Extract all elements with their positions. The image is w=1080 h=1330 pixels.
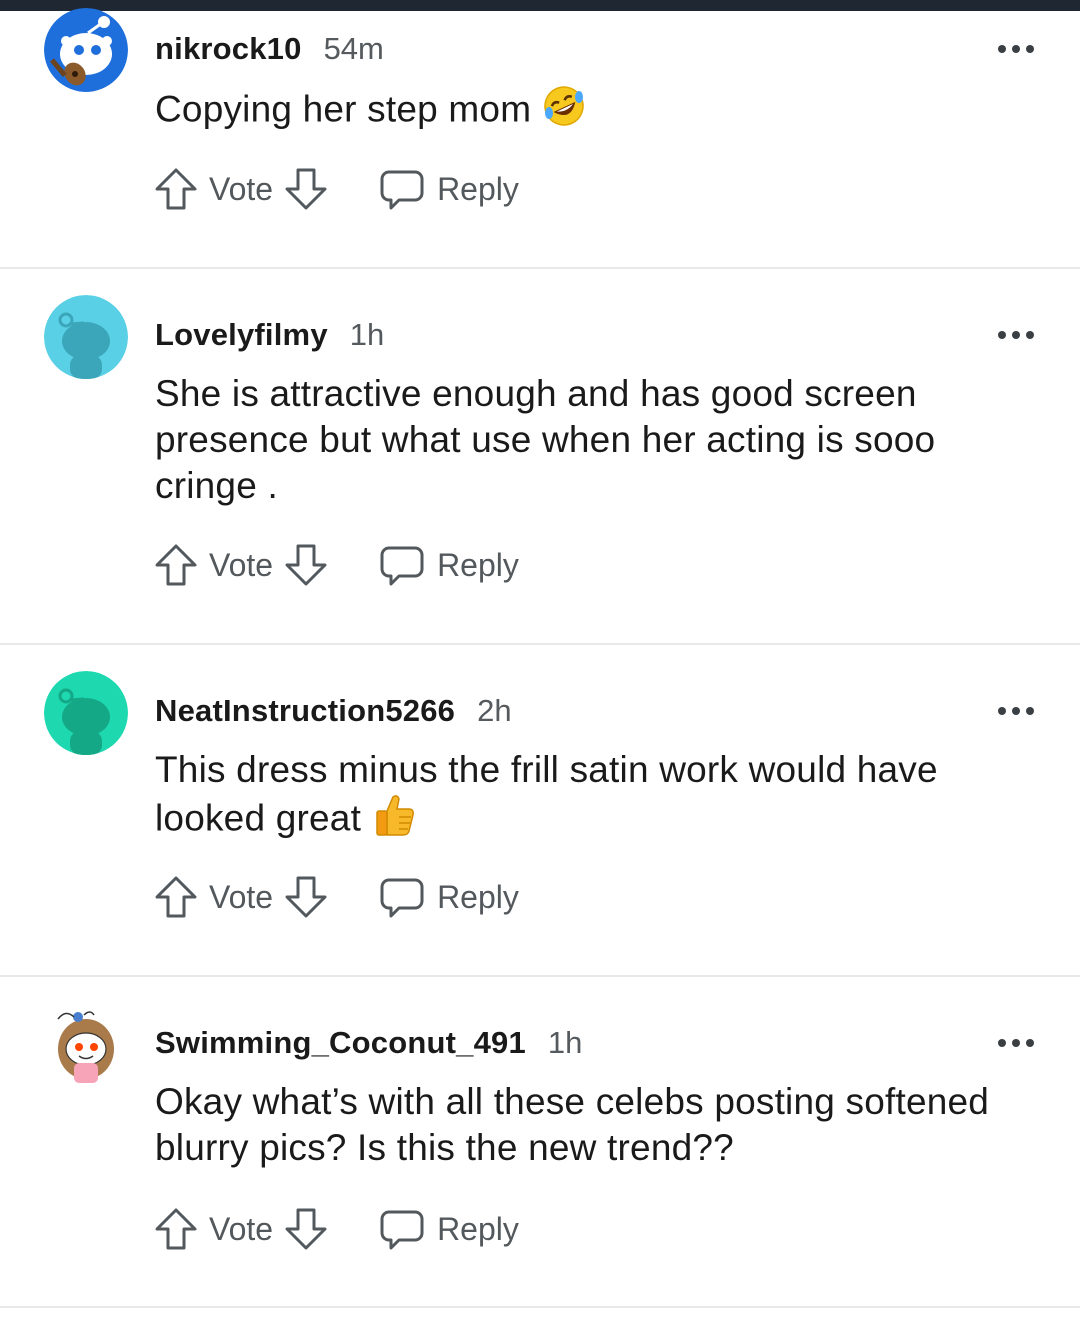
vote-group: Vote <box>153 874 329 920</box>
reply-label: Reply <box>437 1210 519 1247</box>
reply-button[interactable]: Reply <box>379 1206 529 1252</box>
comment-body: This dress minus the frill satin work wo… <box>155 747 1035 848</box>
avatar[interactable] <box>44 1003 128 1087</box>
avatar[interactable] <box>44 295 128 379</box>
more-options-icon[interactable] <box>998 1037 1034 1049</box>
snoo-silhouette-icon <box>44 671 128 755</box>
comment-text: This dress minus the frill satin work wo… <box>155 749 938 839</box>
reply-label: Reply <box>437 878 519 915</box>
thumbs-up-emoji-icon <box>373 793 415 848</box>
upvote-arrow-icon[interactable] <box>153 874 199 920</box>
rolling-on-floor-laughing-emoji-icon <box>543 85 585 138</box>
vote-group: Vote <box>153 166 329 212</box>
comment-text: She is attractive enough and has good sc… <box>155 373 936 506</box>
reply-label: Reply <box>437 546 519 583</box>
reply-bubble-icon <box>380 878 424 918</box>
reply-bubble-icon <box>380 546 424 586</box>
downvote-arrow-icon[interactable] <box>283 166 329 212</box>
username[interactable]: Swimming_Coconut_491 <box>155 1025 526 1061</box>
comment-header: NeatInstruction5266 2h <box>155 691 512 731</box>
upvote-arrow-icon[interactable] <box>153 1206 199 1252</box>
downvote-arrow-icon[interactable] <box>283 1206 329 1252</box>
comment: nikrock10 54m Copying her step mom Vote … <box>0 0 1080 269</box>
snoo-guitar-icon <box>44 8 128 92</box>
avatar[interactable] <box>44 8 128 92</box>
upvote-arrow-icon[interactable] <box>153 542 199 588</box>
upvote-arrow-icon[interactable] <box>153 166 199 212</box>
timestamp: 2h <box>477 693 512 728</box>
vote-label: Vote <box>209 170 274 207</box>
username[interactable]: NeatInstruction5266 <box>155 693 455 729</box>
reply-bubble-icon <box>380 1210 424 1250</box>
more-options-icon[interactable] <box>998 705 1034 717</box>
comment-actions: Vote Reply <box>153 164 529 214</box>
vote-label: Vote <box>209 1210 274 1247</box>
comment-body: Okay what’s with all these celebs postin… <box>155 1079 1035 1171</box>
downvote-arrow-icon[interactable] <box>283 874 329 920</box>
downvote-arrow-icon[interactable] <box>283 542 329 588</box>
avatar[interactable] <box>44 671 128 755</box>
comment: Lovelyfilmy 1h She is attractive enough … <box>0 269 1080 645</box>
timestamp: 1h <box>547 1025 583 1060</box>
comment-actions: Vote Reply <box>153 540 529 590</box>
comment-text: Okay what’s with all these celebs postin… <box>155 1081 990 1168</box>
snoo-silhouette-icon <box>44 295 128 379</box>
reply-button[interactable]: Reply <box>379 166 529 212</box>
comment-body: She is attractive enough and has good sc… <box>155 371 1035 509</box>
snoo-girl-icon <box>44 1003 128 1087</box>
more-options-icon[interactable] <box>998 43 1034 55</box>
reply-button[interactable]: Reply <box>379 874 529 920</box>
comment: NeatInstruction5266 2h This dress minus … <box>0 645 1080 977</box>
vote-label: Vote <box>209 546 274 583</box>
reply-label: Reply <box>437 170 519 207</box>
username[interactable]: Lovelyfilmy <box>155 317 328 353</box>
comment: Swimming_Coconut_491 1h Okay what’s with… <box>0 977 1080 1308</box>
timestamp: 1h <box>349 317 385 352</box>
comment-actions: Vote Reply <box>153 872 529 922</box>
timestamp: 54m <box>323 31 384 66</box>
comment-header: Lovelyfilmy 1h <box>155 315 384 355</box>
vote-label: Vote <box>209 878 274 915</box>
comment-actions: Vote Reply <box>153 1204 529 1254</box>
vote-group: Vote <box>153 542 329 588</box>
comment-body: Copying her step mom <box>155 85 1035 138</box>
username[interactable]: nikrock10 <box>155 31 302 67</box>
comment-header: nikrock10 54m <box>155 29 384 69</box>
vote-group: Vote <box>153 1206 329 1252</box>
more-options-icon[interactable] <box>998 329 1034 341</box>
reply-button[interactable]: Reply <box>379 542 529 588</box>
comment-header: Swimming_Coconut_491 1h <box>155 1023 582 1063</box>
comment-text: Copying her step mom <box>155 88 532 130</box>
reply-bubble-icon <box>380 170 424 210</box>
